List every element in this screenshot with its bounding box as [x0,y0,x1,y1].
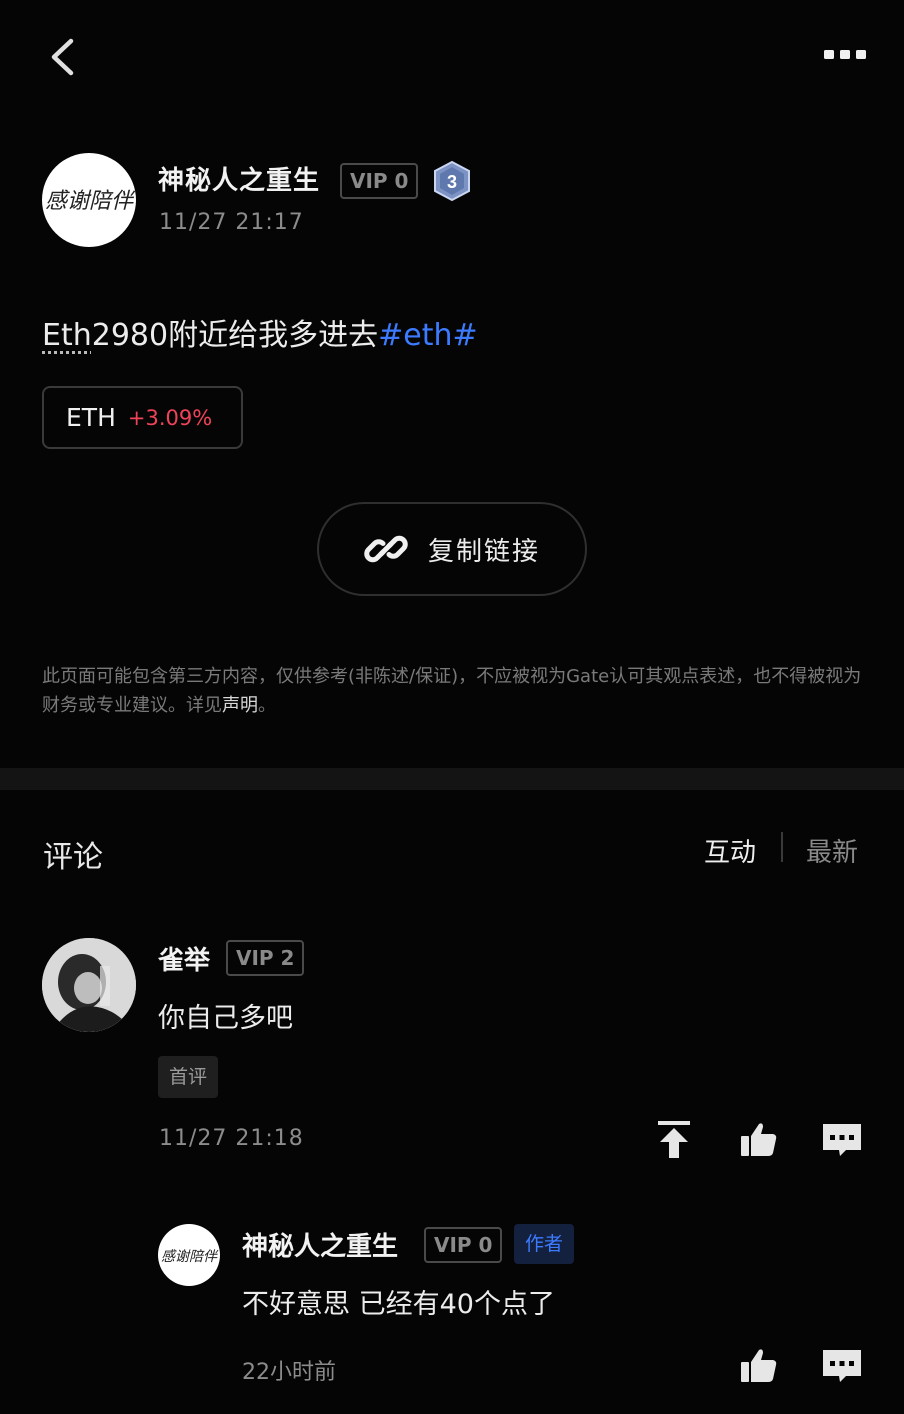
disclaimer: 此页面可能包含第三方内容，仅供参考(非陈述/保证)，不应被视为Gate认可其观点… [42,662,862,720]
pin-top-button[interactable] [652,1118,696,1162]
reply-time: 22小时前 [242,1360,336,1385]
author-tag: 作者 [514,1224,575,1264]
chevron-left-icon [51,38,74,76]
comment-bubble-icon [823,1124,861,1156]
post-time: 11/27 21:17 [159,210,304,235]
post-content: Eth2980附近给我多进去#eth# [42,310,478,354]
disclaimer-text: 此页面可能包含第三方内容，仅供参考(非陈述/保证)，不应被视为Gate认可其观点… [42,666,862,716]
back-button[interactable] [40,30,90,84]
thumbs-up-icon [741,1123,777,1156]
thumbs-up-icon [741,1349,777,1382]
reply-author-name[interactable]: 神秘人之重生 [242,1226,398,1263]
coin-change: +3.09% [127,405,213,430]
avatar-calligraphy: 感谢陪伴 [45,189,136,214]
section-divider [0,768,904,790]
like-button[interactable] [737,1118,781,1162]
vip-badge: VIP 2 [226,940,305,976]
disclaimer-end: 。 [258,695,276,716]
commenter-name[interactable]: 雀举 [158,940,210,977]
coin-chip[interactable]: ETH +3.09% [42,386,243,449]
hashtag-link[interactable]: #eth# [378,318,478,353]
copy-link-label: 复制链接 [427,536,540,567]
pin-to-top-icon [658,1121,690,1158]
sort-separator [781,832,783,862]
copy-link-button[interactable]: 复制链接 [317,502,587,596]
level-badge: 3 [432,160,472,202]
sort-latest-tab[interactable]: 最新 [806,832,858,869]
vip-badge: VIP 0 [424,1227,503,1263]
comments-title: 评论 [43,840,103,875]
reply-author-avatar[interactable]: 感谢陪伴 [158,1224,220,1286]
vip-badge: VIP 0 [340,163,419,199]
comment-text: 你自己多吧 [158,1003,293,1034]
link-icon [364,535,408,563]
reply-reply-button[interactable] [820,1344,864,1388]
coin-symbol: ETH [66,403,116,432]
calligraphy-avatar-image: 感谢陪伴 [161,1249,219,1265]
level-number: 3 [447,172,457,192]
commenter-avatar[interactable] [42,938,136,1032]
reply-button[interactable] [820,1118,864,1162]
calligraphy-avatar-image: 感谢陪伴 [45,189,136,214]
coin-mention[interactable]: Eth [42,318,92,353]
author-avatar[interactable]: 感谢陪伴 [42,153,136,247]
comment-bubble-icon [823,1350,861,1382]
post-text: 2980附近给我多进去 [91,318,379,353]
comment-time: 11/27 21:18 [159,1126,304,1151]
author-name[interactable]: 神秘人之重生 [158,160,320,197]
disclaimer-link[interactable]: 声明 [222,695,258,716]
reply-text: 不好意思 已经有40个点了 [242,1289,555,1320]
reply-like-button[interactable] [737,1344,781,1388]
hexagon-level-icon: 3 [434,160,470,202]
portrait-avatar-image [42,938,136,1032]
more-dots-icon [824,50,866,59]
first-comment-tag: 首评 [158,1056,219,1098]
more-options-button[interactable] [816,36,876,72]
sort-interact-tab[interactable]: 互动 [704,832,756,869]
avatar-calligraphy: 感谢陪伴 [161,1249,219,1265]
